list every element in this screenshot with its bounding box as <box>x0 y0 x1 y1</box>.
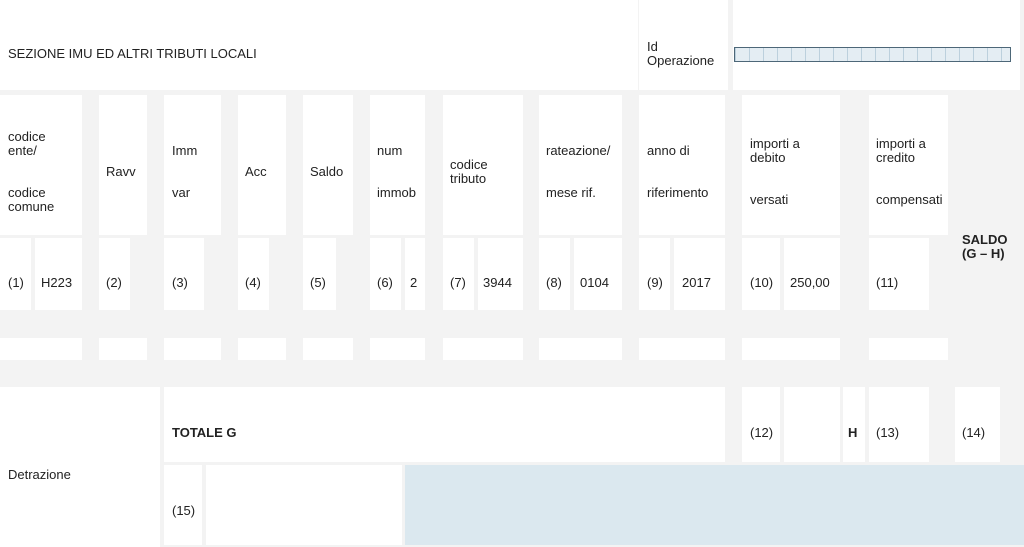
id-operazione-field-cell <box>733 0 1020 90</box>
section-title: SEZIONE IMU ED ALTRI TRIBUTI LOCALI <box>8 46 257 61</box>
ravv-checkbox[interactable] <box>99 238 130 310</box>
label-importi-debito-1: importi a <box>750 136 800 151</box>
label-importi-credito-1: importi a <box>876 136 926 151</box>
label-codice-tributo-1: codice <box>450 157 488 172</box>
label-importi-credito-2: credito <box>876 150 916 165</box>
label-riferimento: riferimento <box>647 185 709 200</box>
tax-form-page: { "header": { "section_title": "SEZIONE … <box>0 0 1024 547</box>
codice-tributo-field[interactable] <box>478 238 523 310</box>
empty-row-cell[interactable] <box>303 338 353 360</box>
label-versati: versati <box>750 192 789 207</box>
cell-n6 <box>370 238 401 310</box>
totale-g-cell <box>164 387 725 462</box>
label-immob: immob <box>377 185 417 200</box>
label-mese-rif: mese rif. <box>546 185 596 200</box>
detrazione-field[interactable] <box>206 465 402 545</box>
header-anno <box>639 95 725 235</box>
label-saldo: Saldo <box>310 164 344 179</box>
label-codice-comune-2: comune <box>8 199 55 214</box>
imm-var-checkbox[interactable] <box>164 238 204 310</box>
empty-row-cell[interactable] <box>370 338 425 360</box>
rateazione-field[interactable] <box>574 238 622 310</box>
label-importi-debito-2: debito <box>750 150 786 165</box>
anno-value: 2017 <box>682 275 711 290</box>
cell-n8 <box>539 238 570 310</box>
label-codice-ente-1: codice <box>8 129 46 144</box>
empty-row-cell[interactable] <box>99 338 147 360</box>
importo-debito-value: 250,00 <box>790 275 830 290</box>
empty-row-cell[interactable] <box>869 338 948 360</box>
label-num: num <box>377 143 403 158</box>
header-num-immob <box>370 95 425 235</box>
num-label-13: (13) <box>876 425 900 440</box>
num-label-9: (9) <box>647 275 663 290</box>
importo-debito-field[interactable] <box>784 238 840 310</box>
id-operazione-input[interactable] <box>734 47 1011 62</box>
acc-checkbox[interactable] <box>238 238 269 310</box>
num-label-10: (10) <box>750 275 774 290</box>
num-label-12: (12) <box>750 425 774 440</box>
cell-n7 <box>443 238 474 310</box>
rateazione-value: 0104 <box>580 275 609 290</box>
num-immob-field[interactable] <box>405 238 425 310</box>
section-title-cell <box>0 0 638 90</box>
num-label-15: (15) <box>172 503 196 518</box>
totale-g-field[interactable] <box>784 387 840 462</box>
label-ravv: Ravv <box>106 164 136 179</box>
total-h-label: H <box>848 425 858 440</box>
header-imm-var <box>164 95 221 235</box>
anno-field[interactable] <box>674 238 725 310</box>
num-label-2: (2) <box>106 275 122 290</box>
cell-n9 <box>639 238 670 310</box>
label-anno-di: anno di <box>647 143 690 158</box>
num-label-1: (1) <box>8 275 24 290</box>
num-label-11: (11) <box>876 275 899 290</box>
label-saldo-gh-2: (G – H) <box>962 246 1005 261</box>
label-codice-tributo-2: tributo <box>450 171 487 186</box>
empty-row-cell[interactable] <box>639 338 725 360</box>
header-codice-ente <box>0 95 82 235</box>
totale-g-label: TOTALE G <box>172 425 237 440</box>
empty-row-cell[interactable] <box>539 338 622 360</box>
label-compensati: compensati <box>876 192 943 207</box>
label-codice-comune-1: codice <box>8 185 46 200</box>
header-importi-debito <box>742 95 840 235</box>
header-importi-credito <box>869 95 948 235</box>
empty-row-cell[interactable] <box>443 338 523 360</box>
num-label-6: (6) <box>377 275 393 290</box>
num-label-8: (8) <box>546 275 562 290</box>
label-rateazione: rateazione/ <box>546 143 611 158</box>
saldo-checkbox[interactable] <box>303 238 336 310</box>
cell-n10 <box>742 238 780 310</box>
empty-row-cell[interactable] <box>0 338 82 360</box>
num-label-4: (4) <box>245 275 261 290</box>
empty-row-cell[interactable] <box>164 338 221 360</box>
label-codice-ente-2: ente/ <box>8 143 37 158</box>
label-acc: Acc <box>245 164 267 179</box>
num-label-5: (5) <box>310 275 326 290</box>
codice-ente-value: H223 <box>41 275 73 290</box>
id-operazione-label-2: Operazione <box>647 53 715 68</box>
disabled-area <box>405 465 1024 545</box>
label-var: var <box>172 185 191 200</box>
empty-row-cell[interactable] <box>742 338 840 360</box>
detrazione-label: Detrazione <box>8 467 71 482</box>
label-saldo-gh-1: SALDO <box>962 232 1008 247</box>
num-label-7: (7) <box>450 275 466 290</box>
num-immob-value: 2 <box>410 275 418 290</box>
num-label-14: (14) <box>962 425 986 440</box>
codice-ente-field[interactable] <box>35 238 82 310</box>
num-label-3: (3) <box>172 275 188 290</box>
importo-credito-field[interactable] <box>869 238 929 310</box>
codice-tributo-value: 3944 <box>483 275 512 290</box>
empty-row-cell[interactable] <box>238 338 286 360</box>
cell-n1 <box>0 238 31 310</box>
label-imm: Imm <box>172 143 198 158</box>
id-operazione-label-1: Id <box>647 39 658 54</box>
header-rateazione <box>539 95 622 235</box>
